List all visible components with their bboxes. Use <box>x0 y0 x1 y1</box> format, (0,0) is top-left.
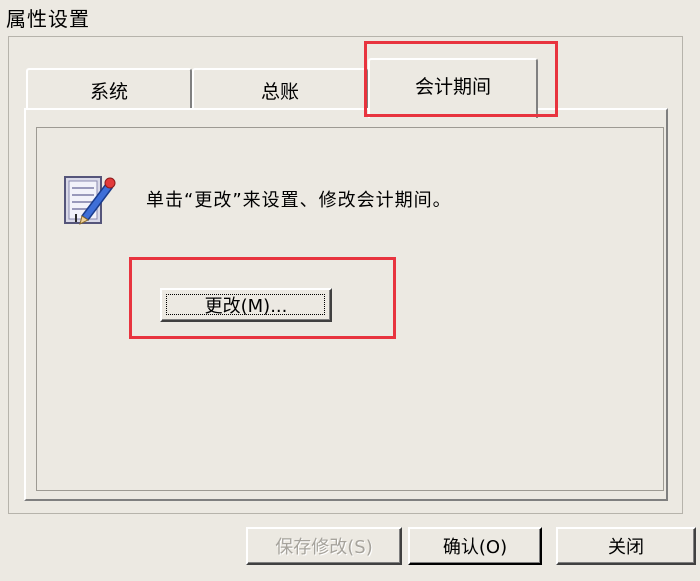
tab-label: 总账 <box>260 80 299 103</box>
save-button-label: 保存修改(S) <box>275 537 373 558</box>
tab-general-ledger[interactable]: 总账 <box>192 68 368 110</box>
ok-button[interactable]: 确认(O) <box>408 527 542 565</box>
highlight-button-box <box>129 257 396 339</box>
window-title: 属性设置 <box>6 7 90 31</box>
highlight-tab-box <box>364 41 558 117</box>
tab-system[interactable]: 系统 <box>26 68 192 110</box>
edit-pencil-icon <box>62 172 120 228</box>
save-changes-button[interactable]: 保存修改(S) <box>246 527 402 565</box>
close-button-label: 关闭 <box>608 537 644 558</box>
instruction-text: 单击“更改”来设置、修改会计期间。 <box>146 190 452 211</box>
tab-label: 系统 <box>89 80 128 103</box>
ok-button-label: 确认(O) <box>442 537 508 558</box>
close-button[interactable]: 关闭 <box>556 527 696 565</box>
